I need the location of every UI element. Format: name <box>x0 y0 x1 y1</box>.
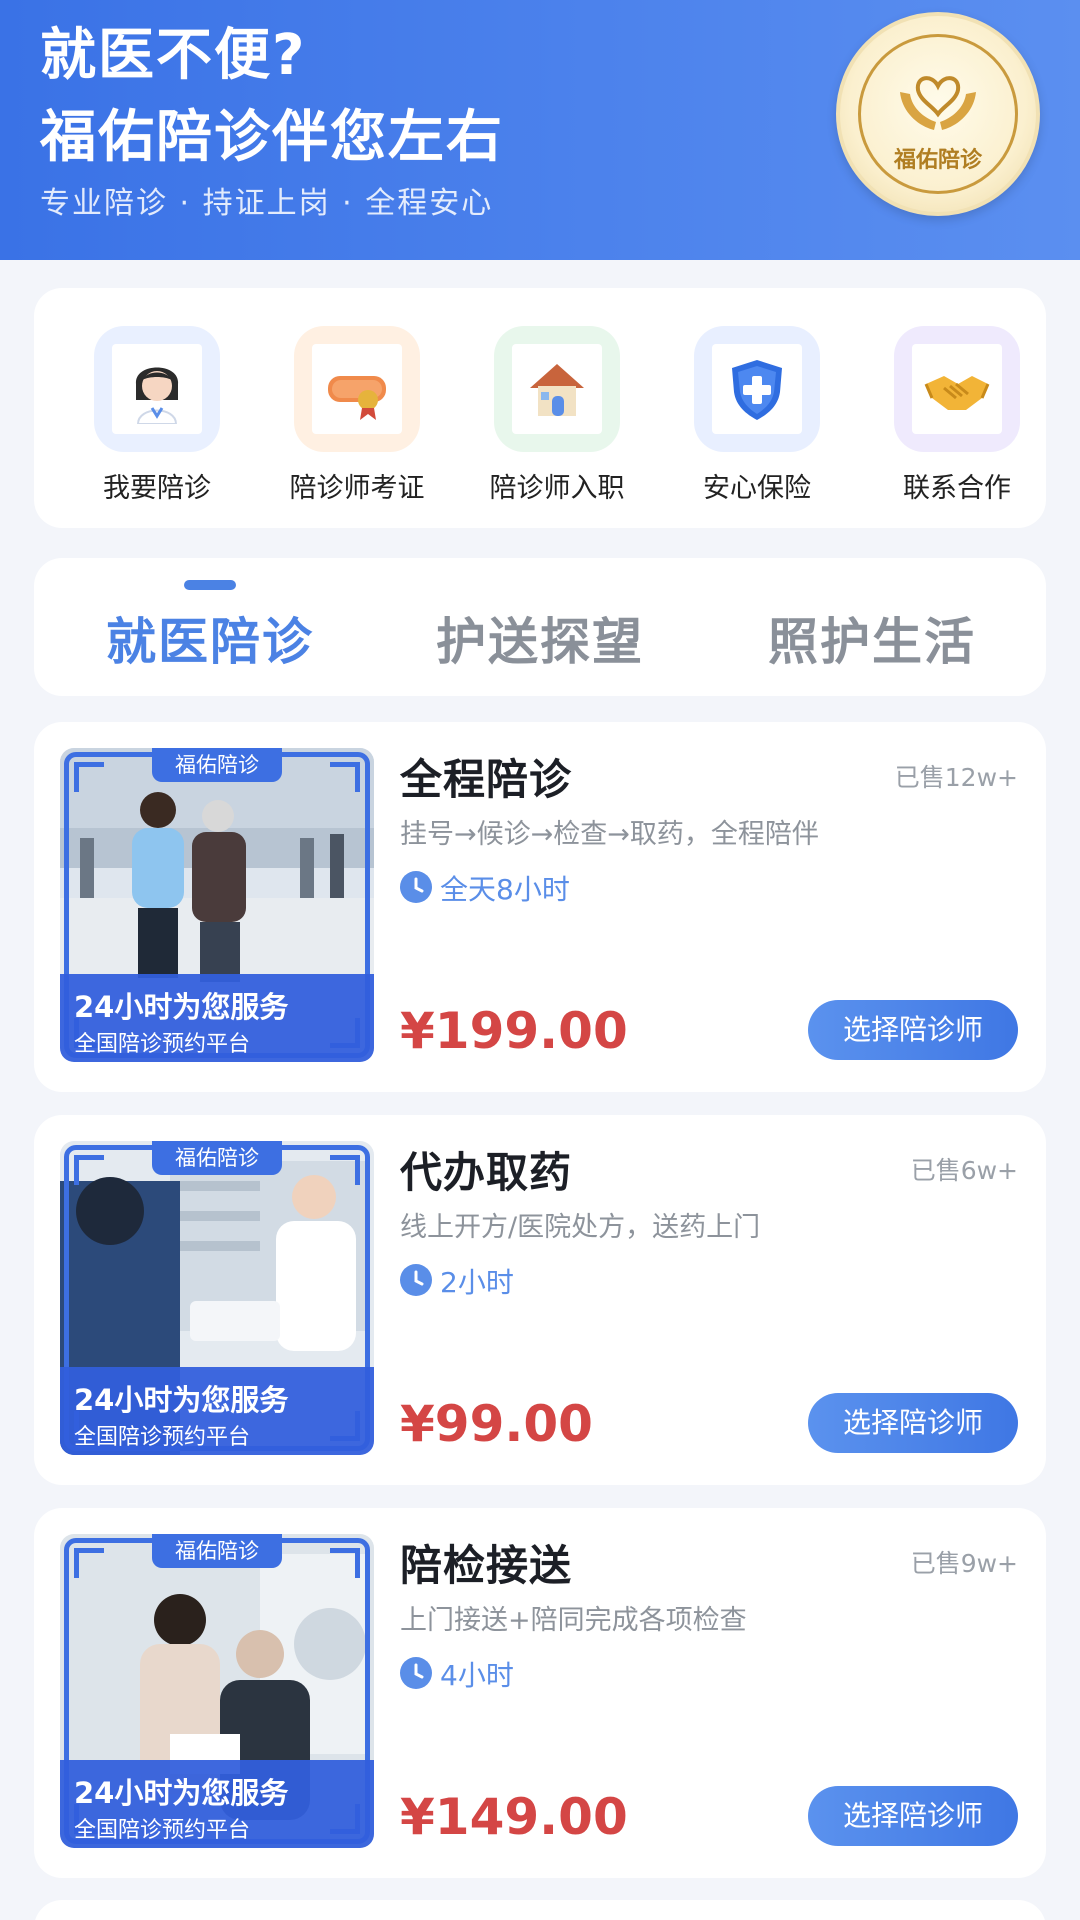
quick-item-label: 陪诊师入职 <box>489 473 625 504</box>
service-card[interactable]: 福佑陪诊 24小时为您服务 全国陪诊预约平台 全程陪诊 已售12w+ 挂号→候诊… <box>34 722 1046 1092</box>
thumb-banner-title: 24小时为您服务 <box>74 1383 289 1417</box>
house-icon <box>530 364 584 416</box>
active-tab-indicator <box>184 580 236 590</box>
header-title-line1: 就医不便? <box>40 23 307 88</box>
service-price: ¥199.00 <box>400 1002 628 1060</box>
quick-item-label: 联系合作 <box>903 473 1011 504</box>
logo-text: 福佑陪诊 <box>893 148 982 173</box>
service-card[interactable]: 福佑陪诊 24小时为您服务 全国陪诊预约平台 代办取药 已售6w+ 线上开方/医… <box>34 1115 1046 1485</box>
service-price: ¥149.00 <box>400 1788 628 1846</box>
duration-text: 4小时 <box>440 1659 514 1692</box>
shield-cross-icon <box>732 360 782 420</box>
thumb-badge: 福佑陪诊 <box>152 1141 282 1175</box>
duration-text: 全天8小时 <box>440 873 570 906</box>
choose-escort-button[interactable]: 选择陪诊师 <box>808 1393 1018 1453</box>
quick-menu: 我要陪诊 陪诊师考证 陪诊师入职 安心保险 联系合作 <box>34 288 1046 528</box>
handshake-icon <box>924 376 990 410</box>
tab-escort-visit[interactable]: 护送探望 <box>390 602 690 674</box>
clock-icon <box>400 1264 432 1296</box>
service-image: 福佑陪诊 24小时为您服务 全国陪诊预约平台 <box>60 748 374 1062</box>
duration-text: 2小时 <box>440 1266 514 1299</box>
header-banner: 就医不便? 福佑陪诊伴您左右 专业陪诊 · 持证上岗 · 全程安心 福佑陪诊 <box>0 0 1080 260</box>
category-tabs: 就医陪诊 护送探望 照护生活 <box>34 558 1046 696</box>
quick-item-insurance[interactable]: 安心保险 <box>648 326 848 506</box>
quick-item-certificate[interactable]: 陪诊师考证 <box>248 326 448 506</box>
header-title-line2: 福佑陪诊伴您左右 <box>40 105 504 170</box>
service-title: 陪检接送 <box>400 1541 573 1590</box>
thumb-badge: 福佑陪诊 <box>152 748 282 782</box>
thumb-banner: 24小时为您服务 全国陪诊预约平台 <box>60 974 374 1062</box>
thumb-badge: 福佑陪诊 <box>152 1534 282 1568</box>
sold-count: 已售9w+ <box>910 1549 1018 1578</box>
thumb-banner-subtitle: 全国陪诊预约平台 <box>74 1032 251 1057</box>
quick-item-label: 我要陪诊 <box>103 473 211 504</box>
service-image: 福佑陪诊 24小时为您服务 全国陪诊预约平台 <box>60 1534 374 1848</box>
quick-item-cooperation[interactable]: 联系合作 <box>848 326 1048 506</box>
clock-icon <box>400 1657 432 1689</box>
thumb-banner-title: 24小时为您服务 <box>74 990 289 1024</box>
thumb-banner-subtitle: 全国陪诊预约平台 <box>74 1425 251 1450</box>
thumb-banner-title: 24小时为您服务 <box>74 1776 289 1810</box>
service-title: 代办取药 <box>400 1148 573 1197</box>
thumb-banner: 24小时为您服务 全国陪诊预约平台 <box>60 1367 374 1455</box>
tab-medical-accompany[interactable]: 就医陪诊 <box>60 602 360 674</box>
tab-life-care[interactable]: 照护生活 <box>722 602 1022 674</box>
service-description: 上门接送+陪同完成各项检查 <box>400 1605 747 1636</box>
thumb-banner-subtitle: 全国陪诊预约平台 <box>74 1818 251 1843</box>
service-image: 福佑陪诊 24小时为您服务 全国陪诊预约平台 <box>60 1141 374 1455</box>
quick-item-label: 陪诊师考证 <box>289 473 425 504</box>
service-description: 线上开方/医院处方，送药上门 <box>400 1212 761 1243</box>
service-price: ¥99.00 <box>400 1395 593 1453</box>
service-title: 全程陪诊 <box>400 755 573 804</box>
nurse-avatar-icon <box>135 367 179 424</box>
sold-count: 已售12w+ <box>894 763 1018 792</box>
choose-escort-button[interactable]: 选择陪诊师 <box>808 1000 1018 1060</box>
thumb-banner: 24小时为您服务 全国陪诊预约平台 <box>60 1760 374 1848</box>
heart-hands-icon <box>900 76 976 130</box>
brand-logo: 福佑陪诊 <box>836 12 1040 216</box>
service-card-partial <box>34 1900 1046 1920</box>
quick-item-label: 安心保险 <box>703 473 811 504</box>
service-card[interactable]: 福佑陪诊 24小时为您服务 全国陪诊预约平台 陪检接送 已售9w+ 上门接送+陪… <box>34 1508 1046 1878</box>
choose-escort-button[interactable]: 选择陪诊师 <box>808 1786 1018 1846</box>
quick-item-onboarding[interactable]: 陪诊师入职 <box>448 326 648 506</box>
clock-icon <box>400 871 432 903</box>
header-subtitle: 专业陪诊 · 持证上岗 · 全程安心 <box>40 186 494 221</box>
service-description: 挂号→候诊→检查→取药，全程陪伴 <box>400 819 819 850</box>
certificate-scroll-icon <box>328 376 386 420</box>
quick-item-accompany[interactable]: 我要陪诊 <box>48 326 248 506</box>
sold-count: 已售6w+ <box>910 1156 1018 1185</box>
